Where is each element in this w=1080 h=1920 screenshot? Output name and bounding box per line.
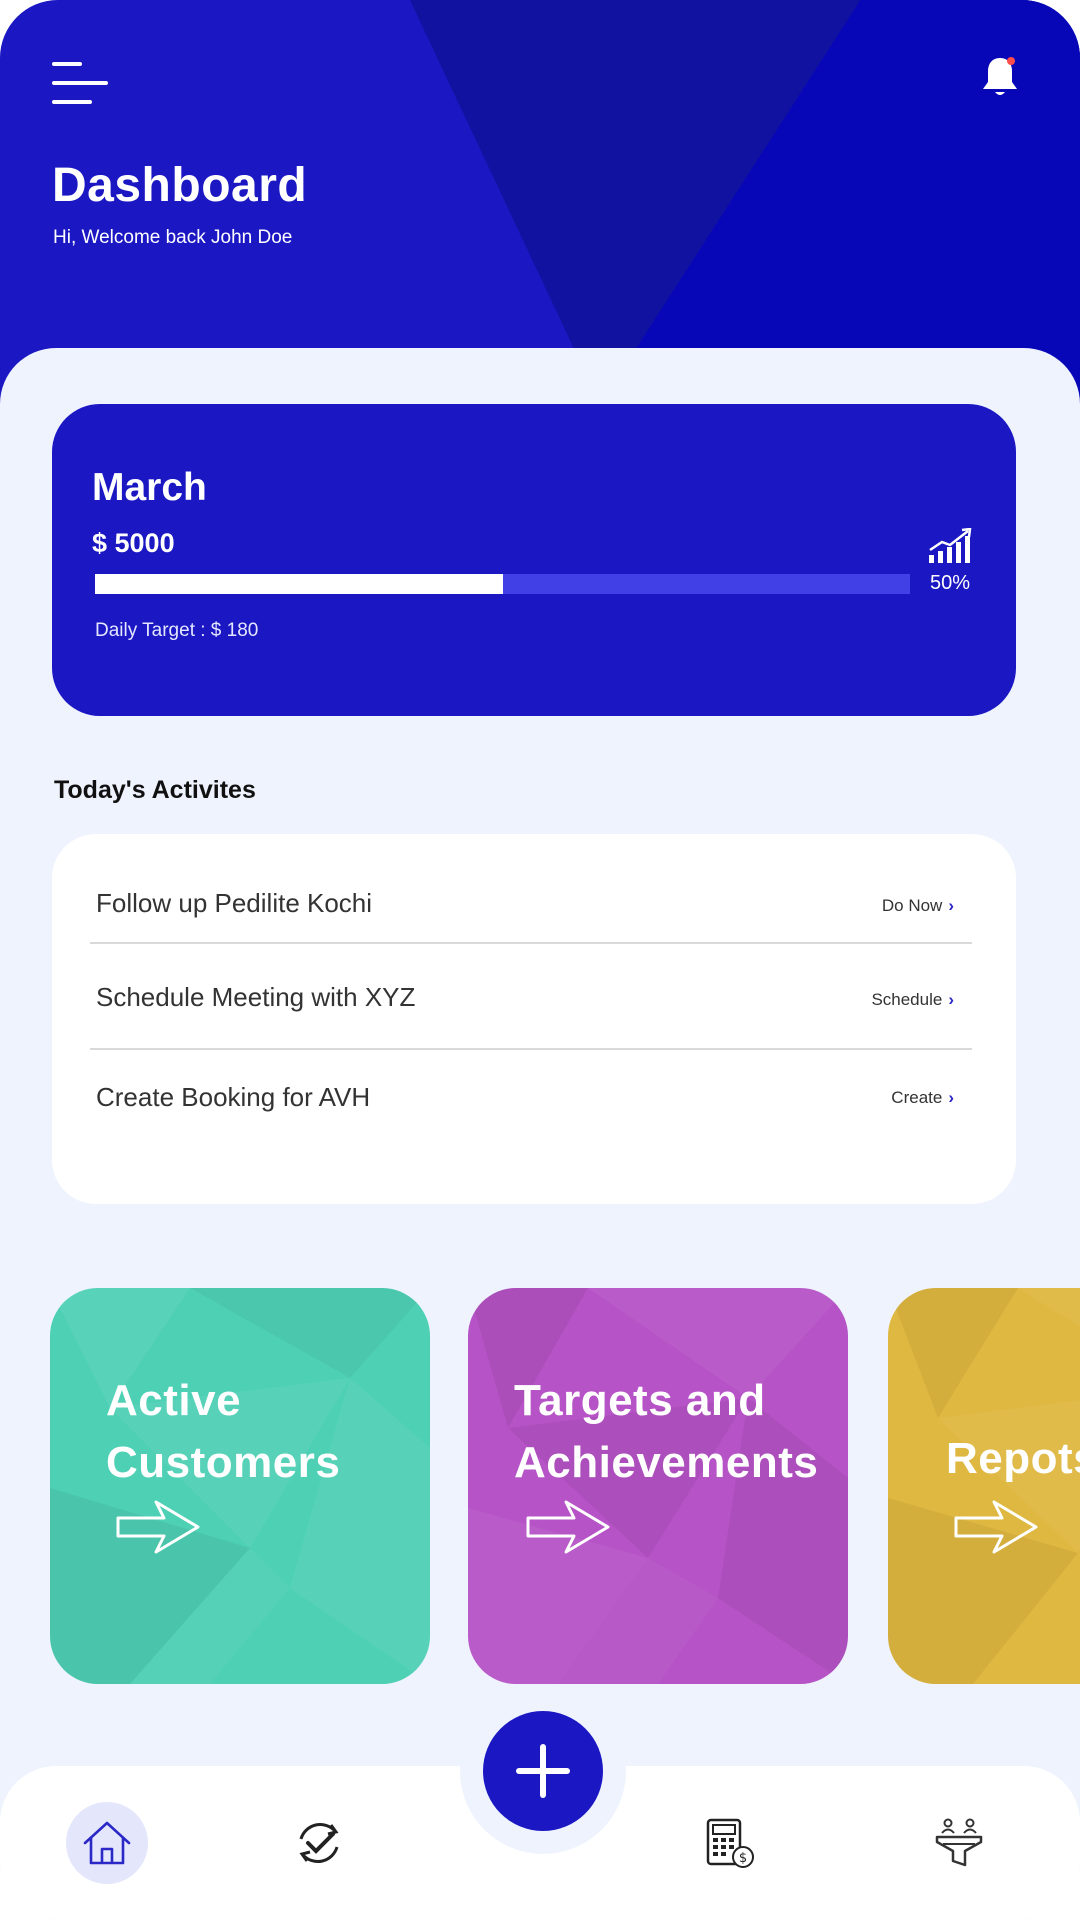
tile-label: Targets and Achievements <box>514 1376 819 1487</box>
app-screen: Dashboard Hi, Welcome back John Doe Marc… <box>0 0 1080 1920</box>
home-icon <box>83 1821 131 1865</box>
divider <box>90 942 972 944</box>
activity-text: Schedule Meeting with XYZ <box>96 982 416 1012</box>
activity-action-do-now[interactable]: Do Now › <box>882 896 954 916</box>
tile-label: Repots <box>946 1434 1080 1483</box>
target-progress-bar <box>95 574 910 594</box>
arrow-right-icon <box>526 1500 610 1554</box>
chevron-right-icon: › <box>948 896 954 915</box>
monthly-target-card[interactable]: March $ 5000 Daily Target : $ 180 50% <box>52 404 1016 716</box>
nav-tasks[interactable] <box>278 1802 360 1884</box>
notification-bell-icon[interactable] <box>978 54 1022 100</box>
activity-action-schedule[interactable]: Schedule › <box>871 990 954 1010</box>
target-progress-fill <box>95 574 503 594</box>
chevron-right-icon: › <box>948 1088 954 1107</box>
tile-active-customers[interactable]: Active Customers <box>50 1288 430 1684</box>
arrow-right-icon <box>954 1500 1038 1554</box>
growth-chart-icon <box>928 527 974 564</box>
activities-card: Follow up Pedilite Kochi Do Now › Schedul… <box>52 834 1016 1204</box>
welcome-subtitle: Hi, Welcome back John Doe <box>53 227 293 248</box>
activity-text: Follow up Pedilite Kochi <box>96 888 373 918</box>
calculator-icon: $ <box>706 1818 754 1868</box>
page-title: Dashboard <box>52 159 308 212</box>
menu-icon[interactable] <box>52 62 110 104</box>
tile-reports[interactable]: Repots <box>888 1288 1080 1684</box>
nav-home[interactable] <box>66 1802 148 1884</box>
progress-percent: 50% <box>930 572 971 594</box>
nav-leads[interactable] <box>918 1802 1000 1884</box>
month-amount: $ 5000 <box>92 528 175 558</box>
tile-label: Active Customers <box>106 1376 341 1487</box>
svg-text:$: $ <box>739 1851 747 1866</box>
activity-row[interactable]: Follow up Pedilite Kochi Do Now › <box>90 854 972 954</box>
nav-calculator[interactable]: $ <box>688 1802 770 1884</box>
activity-action-create[interactable]: Create › <box>891 1088 954 1108</box>
chevron-right-icon: › <box>948 990 954 1009</box>
daily-target: Daily Target : $ 180 <box>95 620 259 641</box>
task-check-icon <box>299 1823 339 1863</box>
activities-title: Today's Activites <box>54 776 256 804</box>
funnel-people-icon <box>935 1818 983 1867</box>
arrow-right-icon <box>116 1500 200 1554</box>
month-label: March <box>92 466 207 509</box>
activity-text: Create Booking for AVH <box>96 1082 371 1112</box>
add-button[interactable] <box>483 1711 603 1831</box>
activity-row[interactable]: Create Booking for AVH Create › <box>90 1046 972 1146</box>
activity-row[interactable]: Schedule Meeting with XYZ Schedule › <box>90 948 972 1048</box>
tile-targets-achievements[interactable]: Targets and Achievements <box>468 1288 848 1684</box>
